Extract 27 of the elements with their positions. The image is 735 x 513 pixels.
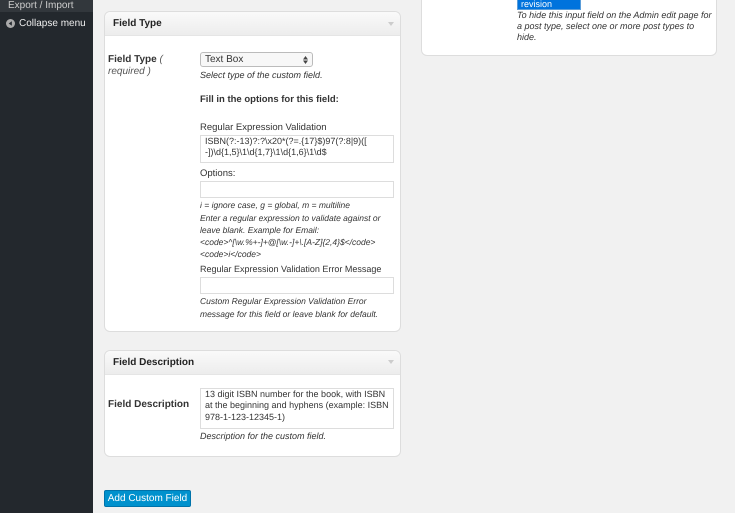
toggle-icon[interactable] xyxy=(388,22,394,26)
field-label: Options: xyxy=(200,167,236,181)
collapse-icon xyxy=(6,19,15,28)
description-textarea[interactable]: 13 digit ISBN number for the book, with ISBN at the beginning and hyphens (example: ISBN 978-1-123-12345-1) xyxy=(200,388,394,429)
sidebar-link[interactable]: Export / Import xyxy=(0,0,93,12)
add-custom-field-button[interactable]: Add Custom Field xyxy=(104,490,191,508)
field-label: Field Description xyxy=(108,398,190,410)
help-text: Select type of the custom field. xyxy=(200,69,324,82)
help-text: To hide this input field on the Admin edit page for a post type, select one or more post types to hide. xyxy=(517,10,712,43)
panel-title: Field Description xyxy=(112,356,194,370)
field-label: Regular Expression Validation Error Message xyxy=(200,263,382,276)
field-label: Regular Expression Validation xyxy=(200,120,328,135)
updown-icon xyxy=(303,56,308,64)
regex-textarea[interactable]: ISBN(?:-13)?:?\x20*(?=.{17}$)97(?:8|9)([ -])\d{1,5}\1\d{1,7}\1\d{1,6}\1\d$ xyxy=(200,135,394,163)
options-input[interactable] xyxy=(200,181,394,198)
field-label: Field Type ( required ) xyxy=(108,54,163,77)
help-text: i = ignore case, g = global, m = multiline xyxy=(200,199,352,212)
toggle-icon[interactable] xyxy=(388,360,394,364)
options-heading: Fill in the options for this field: xyxy=(200,92,340,106)
help-text: Custom Regular Expression Validation Error message for this field or leave blank for default. xyxy=(200,294,380,321)
field-type-select[interactable]: Text Box xyxy=(200,52,313,67)
error-message-input[interactable] xyxy=(200,276,394,294)
panel-title: Field Type xyxy=(112,17,162,31)
help-text: Enter a regular expression to validate against or leave blank. Example for Email: <code>^[\w.%+-]+@[\w.-]+\.[A-Z]{2,4}$</code> <code>i</code> xyxy=(200,212,382,260)
help-text: Description for the custom field. xyxy=(200,430,328,443)
post-type-option[interactable]: revision xyxy=(518,0,580,9)
collapse-menu-button[interactable]: Collapse menu xyxy=(0,16,93,31)
